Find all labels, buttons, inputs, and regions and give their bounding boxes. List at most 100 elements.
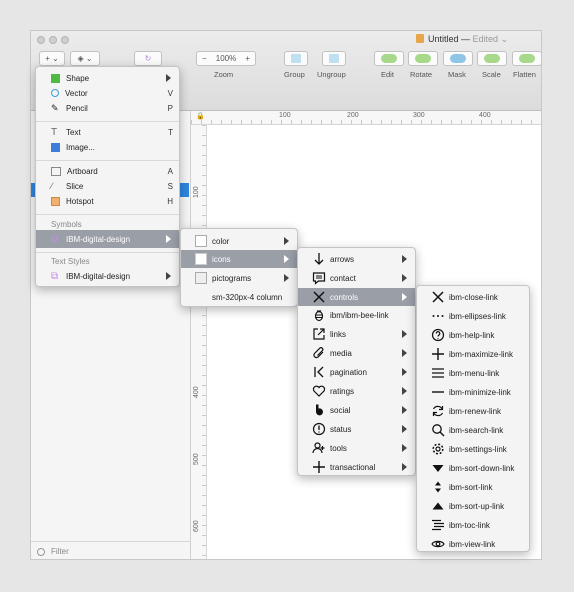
document-icon: [416, 34, 424, 43]
menu-item-ibm-view-link[interactable]: ibm-view-link: [417, 535, 529, 553]
filter-field[interactable]: Filter: [31, 541, 191, 559]
sort-up-icon: [431, 499, 445, 513]
menu-item-ibm-ellipses-link[interactable]: ibm-ellipses-link: [417, 307, 529, 325]
gear-icon: [431, 442, 445, 456]
ruler-lock-icon: 🔒: [196, 113, 205, 120]
menu-divider: [36, 121, 179, 122]
menu-item-ibm-menu-link[interactable]: ibm-menu-link: [417, 364, 529, 382]
menu-item-ratings[interactable]: ratings: [298, 382, 415, 400]
layers-button[interactable]: ◈ ⌄: [70, 51, 100, 66]
menu-item-ibm-settings-link[interactable]: ibm-settings-link: [417, 440, 529, 458]
text-styles-header: Text Styles: [51, 257, 90, 266]
edit-label: Edit: [381, 70, 394, 79]
mask-button[interactable]: [443, 51, 473, 66]
menu-item-ibm-sort-up-link[interactable]: ibm-sort-up-link: [417, 497, 529, 515]
menu-divider: [36, 252, 179, 253]
scale-label: Scale: [482, 70, 501, 79]
first-page-icon: [312, 365, 326, 379]
symbol-sync-button[interactable]: ↻: [134, 51, 162, 66]
ruler-tick-label: 400: [479, 112, 491, 119]
submenu-arrow-icon: [284, 237, 289, 245]
ruler-tick-label: 400: [193, 386, 200, 398]
menu-item-symbols-library[interactable]: ⧉ IBM-digital-design: [36, 230, 179, 248]
menu-item-ibm-help-link[interactable]: ibm-help-link: [417, 326, 529, 344]
search-icon: [431, 423, 445, 437]
submenu-arrow-icon: [402, 368, 407, 376]
menu-item-media[interactable]: media: [298, 344, 415, 362]
submenu-arrow-icon: [284, 274, 289, 282]
minimize-window-button[interactable]: [49, 36, 57, 44]
pencil-icon: ✎: [51, 102, 59, 113]
ruler-tick-label: 600: [193, 520, 200, 532]
menu-item-status[interactable]: status: [298, 420, 415, 438]
submenu-arrow-icon: [402, 274, 407, 282]
menu-item-hotspot[interactable]: Hotspot H: [36, 192, 179, 210]
submenu-arrow-icon: [166, 272, 171, 280]
zoom-out-button[interactable]: −: [202, 54, 207, 63]
menu-item-ibm-search-link[interactable]: ibm-search-link: [417, 421, 529, 439]
zoom-in-button[interactable]: +: [245, 54, 250, 63]
help-icon: [431, 328, 445, 342]
menu-item-ibm-close-link[interactable]: ibm-close-link: [417, 288, 529, 306]
scale-icon: [484, 54, 500, 63]
icons-submenu: arrows contact controls ibm/ibm-bee-link…: [297, 247, 416, 476]
menu-item-ibm-maximize-link[interactable]: ibm-maximize-link: [417, 345, 529, 363]
menu-item-contact[interactable]: contact: [298, 269, 415, 287]
submenu-arrow-icon: [402, 349, 407, 357]
library-submenu: color icons pictograms sm-320px-4 column: [180, 228, 298, 307]
menu-item-social[interactable]: social: [298, 401, 415, 419]
menu-item-ibm-bee-link[interactable]: ibm/ibm-bee-link: [298, 306, 415, 324]
zoom-window-button[interactable]: [61, 36, 69, 44]
menu-item-ibm-minimize-link[interactable]: ibm-minimize-link: [417, 383, 529, 401]
insert-button[interactable]: + ⌄: [39, 51, 65, 66]
document-title: Untitled — Edited ⌄: [416, 34, 508, 45]
submenu-arrow-icon: [402, 444, 407, 452]
rotate-button[interactable]: [408, 51, 438, 66]
vertical-ruler[interactable]: 100 200 400 500 600: [191, 125, 207, 559]
mask-label: Mask: [448, 70, 466, 79]
submenu-arrow-icon: [402, 387, 407, 395]
menu-item-pictograms[interactable]: pictograms: [181, 269, 297, 287]
menu-item-links[interactable]: links: [298, 325, 415, 343]
scale-button[interactable]: [477, 51, 507, 66]
rotate-icon: [415, 54, 431, 63]
menu-item-image[interactable]: Image...: [36, 138, 179, 156]
group-button[interactable]: [284, 51, 308, 66]
menu-item-icons[interactable]: icons: [181, 250, 297, 268]
rotate-label: Rotate: [410, 70, 433, 79]
controls-submenu: ibm-close-link ibm-ellipses-link ibm-hel…: [416, 285, 530, 552]
filter-placeholder: Filter: [51, 547, 69, 556]
ungroup-button[interactable]: [322, 51, 346, 66]
menu-item-ibm-renew-link[interactable]: ibm-renew-link: [417, 402, 529, 420]
heart-icon: [312, 384, 326, 398]
submenu-arrow-icon: [402, 425, 407, 433]
menu-item-tools[interactable]: tools: [298, 439, 415, 457]
vector-icon: [51, 89, 59, 97]
menu-item-text-styles-library[interactable]: ⧉ IBM-digital-design: [36, 267, 179, 285]
horizontal-ruler[interactable]: 🔒 100 200 300 400: [191, 111, 541, 125]
menu-item-pencil[interactable]: ✎ Pencil P: [36, 99, 179, 117]
flatten-button[interactable]: [512, 51, 541, 66]
plus-icon: [312, 460, 326, 474]
attachment-icon: [312, 346, 326, 360]
submenu-arrow-icon: [402, 293, 407, 301]
close-icon: [312, 290, 326, 304]
menu-item-grid-layout[interactable]: sm-320px-4 column: [181, 288, 297, 306]
sort-down-icon: [431, 461, 445, 475]
close-window-button[interactable]: [37, 36, 45, 44]
submenu-arrow-icon: [166, 74, 171, 82]
menu-item-ibm-sort-link[interactable]: ibm-sort-link: [417, 478, 529, 496]
menu-item-ibm-sort-down-link[interactable]: ibm-sort-down-link: [417, 459, 529, 477]
menu-item-ibm-toc-link[interactable]: ibm-toc-link: [417, 516, 529, 534]
menu-item-pagination[interactable]: pagination: [298, 363, 415, 381]
zoom-control[interactable]: − 100% +: [196, 51, 256, 66]
menu-item-controls[interactable]: controls: [298, 288, 415, 306]
eye-icon: [431, 537, 445, 551]
menu-item-transactional[interactable]: transactional: [298, 458, 415, 476]
edit-button[interactable]: [374, 51, 404, 66]
menu-item-color[interactable]: color: [181, 232, 297, 250]
menu-item-arrows[interactable]: arrows: [298, 250, 415, 268]
submenu-arrow-icon: [402, 463, 407, 471]
edit-icon: [381, 54, 397, 63]
user-add-icon: [312, 441, 326, 455]
